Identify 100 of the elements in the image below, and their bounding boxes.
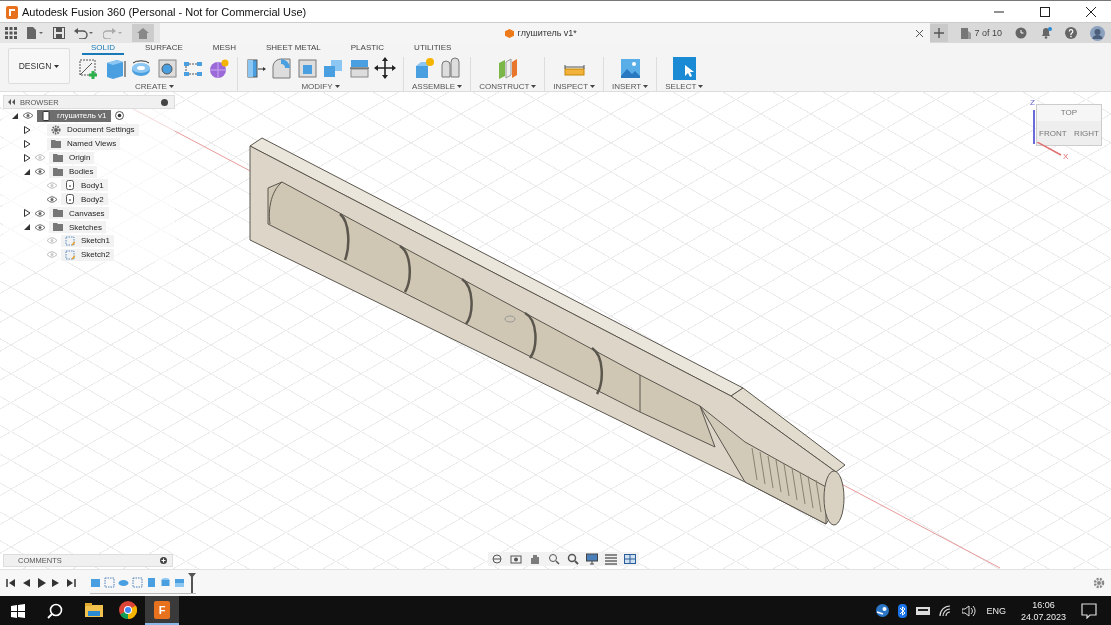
plus-icon[interactable] [930, 24, 949, 42]
browser-item[interactable]: Document Settings [47, 123, 139, 136]
browser-item[interactable]: Sketch2 [61, 248, 114, 261]
eye-icon[interactable] [35, 223, 45, 231]
zoom-window-icon[interactable] [567, 553, 579, 565]
collapsed-caret-icon[interactable] [23, 125, 31, 134]
collapsed-caret-icon[interactable] [23, 139, 31, 148]
display-style-icon[interactable] [605, 553, 617, 565]
close-icon[interactable] [915, 28, 925, 38]
move-icon[interactable] [374, 57, 397, 80]
browser-item[interactable]: Origin [49, 151, 95, 164]
step-back-icon[interactable] [21, 578, 31, 588]
feature-icon[interactable] [118, 577, 129, 588]
silencer-model-drawing[interactable] [249, 137, 846, 526]
shell-icon[interactable] [296, 57, 319, 80]
bluetooth-icon[interactable] [898, 603, 908, 618]
group-menu[interactable]: ASSEMBLE [410, 80, 465, 91]
add-icon[interactable] [160, 557, 167, 564]
undo-icon[interactable] [74, 27, 94, 39]
feature-icon[interactable] [90, 577, 101, 588]
clock-time: 16:06 [1032, 598, 1055, 611]
sketch-icon [65, 249, 75, 260]
document-tab[interactable]: глушитель v1* [160, 23, 931, 43]
expanded-caret-icon[interactable] [23, 167, 31, 176]
browser-item[interactable]: Bodies [49, 165, 98, 178]
save-icon[interactable] [53, 27, 65, 39]
document-title: глушитель v1* [517, 28, 577, 38]
combine-icon[interactable] [322, 57, 345, 80]
group-menu[interactable]: INSERT [610, 80, 651, 91]
plane-icon[interactable] [496, 57, 520, 80]
browser-item[interactable]: Canvases [49, 207, 109, 220]
app-icon: F [154, 600, 170, 619]
joint-icon[interactable] [438, 57, 462, 80]
split-icon[interactable] [348, 57, 371, 80]
eye-icon[interactable] [47, 195, 57, 203]
browser-item[interactable]: Sketches [49, 221, 106, 234]
group-menu[interactable]: CREATE [133, 80, 176, 91]
collapsed-caret-icon[interactable] [23, 209, 31, 218]
orbit-icon[interactable] [491, 553, 503, 565]
browser-item[interactable]: Body2 [61, 193, 108, 206]
browser-item[interactable]: Named Views [47, 137, 121, 150]
browser-item[interactable]: Body1 [61, 179, 108, 192]
pin-icon[interactable] [161, 98, 168, 106]
clock-icon[interactable] [1015, 27, 1027, 39]
step-forward-icon[interactable] [51, 578, 61, 588]
ribbon-tab[interactable]: MESH [203, 43, 245, 55]
zoom-icon[interactable] [548, 553, 560, 565]
caret-icon [643, 85, 649, 88]
camera-icon[interactable] [510, 553, 522, 565]
select-icon[interactable] [672, 57, 696, 80]
layout-icon[interactable] [624, 553, 636, 565]
sphere-icon[interactable] [208, 57, 231, 80]
radio-icon[interactable] [114, 111, 124, 121]
ribbon-tab[interactable]: SHEET METAL [256, 43, 330, 55]
group-menu[interactable]: CONSTRUCT [477, 80, 539, 91]
grid-menu-icon[interactable] [5, 27, 17, 39]
settings-icon[interactable] [1093, 577, 1105, 589]
feature-icon[interactable] [160, 577, 171, 588]
close-icon[interactable] [1085, 5, 1097, 18]
speaker-icon[interactable] [962, 604, 978, 617]
skip-end-icon[interactable] [66, 578, 76, 588]
browser-item[interactable]: глушитель v1 [37, 109, 111, 122]
eye-icon[interactable] [35, 168, 45, 175]
ribbon-tab[interactable]: SOLID [82, 43, 124, 55]
ribbon-tab[interactable]: UTILITIES [405, 43, 461, 55]
hole-icon[interactable] [156, 57, 179, 80]
help-icon[interactable] [1065, 27, 1077, 39]
windows-icon[interactable] [11, 603, 25, 618]
keyboard-icon[interactable] [916, 605, 931, 616]
image-icon[interactable] [618, 57, 642, 80]
play-icon[interactable] [36, 578, 46, 588]
press-pull-icon[interactable] [244, 57, 267, 80]
expanded-caret-icon[interactable] [23, 223, 31, 232]
collapse-icon[interactable] [8, 99, 15, 105]
file-icon[interactable] [26, 27, 44, 39]
workspace-dropdown[interactable]: DESIGN [8, 48, 70, 84]
box-icon[interactable] [104, 57, 127, 80]
monitor-icon[interactable] [586, 553, 598, 565]
fillet-icon[interactable] [270, 57, 293, 80]
eye-icon[interactable] [35, 209, 45, 217]
notification-icon[interactable] [1081, 602, 1097, 619]
eye-icon[interactable] [23, 112, 33, 120]
collapsed-caret-icon[interactable] [23, 153, 31, 162]
bell-icon[interactable] [1040, 27, 1052, 39]
ribbon-tab[interactable]: PLASTIC [341, 43, 394, 55]
group-menu[interactable]: SELECT [663, 80, 706, 91]
language-indicator[interactable]: ENG [986, 605, 1006, 616]
view-cube[interactable]: TOP FRONT RIGHT [1036, 104, 1102, 146]
browser-item[interactable]: Sketch1 [61, 234, 114, 247]
search-icon[interactable] [47, 602, 63, 619]
group-menu[interactable]: MODIFY [299, 80, 342, 91]
timeline-marker-icon[interactable] [188, 572, 196, 593]
maximize-icon[interactable] [1039, 5, 1051, 18]
skip-start-icon[interactable] [6, 578, 16, 588]
expanded-caret-icon[interactable] [11, 111, 19, 120]
group-menu[interactable]: INSPECT [551, 80, 598, 91]
avatar-icon[interactable] [1090, 25, 1105, 41]
ribbon-tab[interactable]: SURFACE [136, 43, 192, 55]
feature-icon[interactable] [146, 577, 157, 588]
gear-icon [51, 124, 61, 135]
